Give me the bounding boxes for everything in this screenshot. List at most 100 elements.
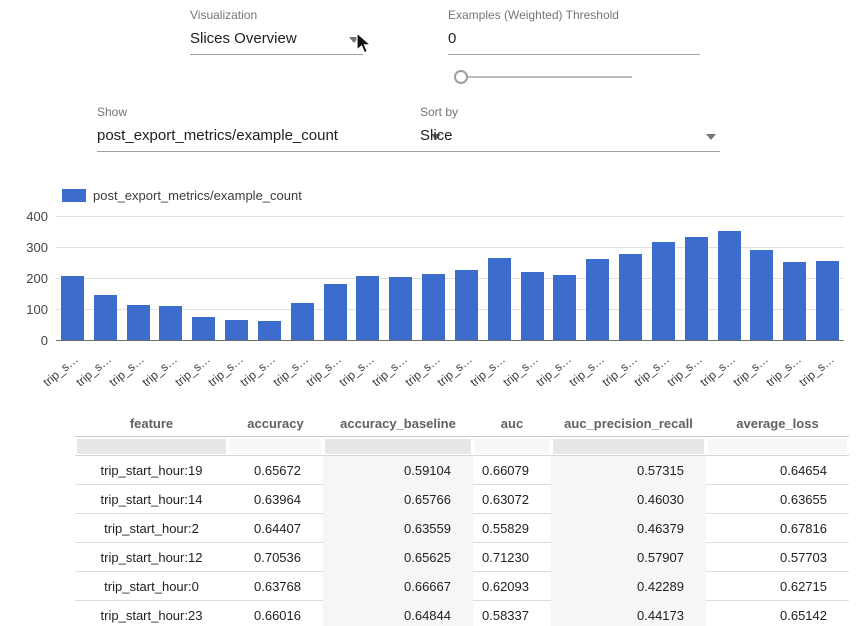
bar[interactable] [258,321,281,340]
y-axis-tick: 200 [14,271,48,287]
sort-by-value: Slice [420,127,453,144]
table-cell: 0.42289 [551,572,706,601]
sort-by-dropdown[interactable]: Slice [420,119,720,152]
table-cell: 0.59104 [323,456,473,485]
slider-track [454,76,632,78]
gridline [56,216,844,217]
column-header[interactable]: auc [473,416,551,431]
filter-input[interactable] [230,439,321,454]
filter-input[interactable] [77,439,226,454]
table-filter-row [75,437,849,456]
table-row[interactable]: trip_start_hour:120.705360.656250.712300… [75,543,849,572]
bar[interactable] [586,259,609,340]
table-row[interactable]: trip_start_hour:140.639640.657660.630720… [75,485,849,514]
bar[interactable] [94,295,117,340]
column-header[interactable]: average_loss [706,416,849,431]
table-cell: trip_start_hour:0 [75,572,228,601]
filter-input[interactable] [708,439,847,454]
column-header[interactable]: accuracy [228,416,323,431]
y-axis-tick: 300 [14,240,48,256]
gridline [56,340,844,341]
bar[interactable] [783,262,806,340]
table-row[interactable]: trip_start_hour:20.644070.635590.558290.… [75,514,849,543]
bar[interactable] [521,272,544,340]
filter-cell [75,437,228,455]
table-cell: 0.57907 [551,543,706,572]
table-row[interactable]: trip_start_hour:00.637680.666670.620930.… [75,572,849,601]
table-cell: 0.63964 [228,485,323,514]
filter-cell [706,437,849,455]
table-cell: trip_start_hour:19 [75,456,228,485]
show-dropdown[interactable]: post_export_metrics/example_count [97,119,445,152]
table-cell: 0.70536 [228,543,323,572]
bar[interactable] [718,231,741,340]
filter-cell [228,437,323,455]
bar[interactable] [389,277,412,340]
threshold-slider[interactable] [454,69,632,85]
sort-by-label: Sort by [420,105,720,119]
table-cell: 0.62715 [706,572,849,601]
legend-label: post_export_metrics/example_count [93,188,302,203]
table-cell: 0.63072 [473,485,551,514]
table-cell: 0.65672 [228,456,323,485]
bar[interactable] [455,270,478,340]
table-cell: 0.63768 [228,572,323,601]
show-value: post_export_metrics/example_count [97,127,338,144]
slider-handle[interactable] [454,70,468,84]
table-cell: 0.65142 [706,601,849,626]
bar[interactable] [225,320,248,340]
table-row[interactable]: trip_start_hour:190.656720.591040.660790… [75,456,849,485]
table-cell: 0.46030 [551,485,706,514]
table-header-row: featureaccuracyaccuracy_baselineaucauc_p… [75,410,849,437]
metrics-table: featureaccuracyaccuracy_baselineaucauc_p… [75,410,849,626]
bar[interactable] [685,237,708,340]
show-control: Show post_export_metrics/example_count [97,105,445,152]
bar[interactable] [192,317,215,340]
table-cell: 0.64654 [706,456,849,485]
bar[interactable] [61,276,84,340]
x-axis-labels: trip_s…trip_s…trip_s…trip_s…trip_s…trip_… [56,346,844,386]
column-header[interactable]: feature [75,416,228,431]
bar[interactable] [127,305,150,340]
threshold-input[interactable]: 0 [448,22,700,55]
table-cell: 0.57315 [551,456,706,485]
bar[interactable] [422,274,445,340]
column-header[interactable]: auc_precision_recall [551,416,706,431]
filter-cell [323,437,473,455]
table-cell: 0.66667 [323,572,473,601]
table-cell: 0.63559 [323,514,473,543]
table-cell: 0.55829 [473,514,551,543]
table-cell: 0.67816 [706,514,849,543]
chevron-down-icon [706,134,716,140]
table-cell: 0.44173 [551,601,706,626]
legend-swatch [62,189,86,202]
bar[interactable] [159,306,182,340]
table-cell: 0.64844 [323,601,473,626]
bar[interactable] [488,258,511,340]
bar[interactable] [652,242,675,340]
bar[interactable] [356,276,379,340]
filter-cell [473,437,551,455]
filter-input[interactable] [325,439,471,454]
bar[interactable] [553,275,576,340]
filter-input[interactable] [553,439,704,454]
bar[interactable] [750,250,773,340]
bar[interactable] [619,254,642,340]
y-axis-tick: 400 [14,209,48,225]
table-cell: 0.58337 [473,601,551,626]
column-header[interactable]: accuracy_baseline [323,416,473,431]
bar-chart: trip_s…trip_s…trip_s…trip_s…trip_s…trip_… [0,212,863,387]
table-cell: 0.71230 [473,543,551,572]
y-axis-tick: 0 [14,333,48,349]
filter-input[interactable] [475,439,549,454]
mouse-cursor-icon [355,32,373,56]
table-cell: 0.66016 [228,601,323,626]
bar[interactable] [324,284,347,340]
sort-by-control: Sort by Slice [420,105,720,152]
table-row[interactable]: trip_start_hour:230.660160.648440.583370… [75,601,849,626]
visualization-dropdown[interactable]: Slices Overview [190,22,363,55]
bar[interactable] [816,261,839,340]
table-body: trip_start_hour:190.656720.591040.660790… [75,456,849,626]
bar[interactable] [291,303,314,340]
threshold-label: Examples (Weighted) Threshold [448,8,700,22]
